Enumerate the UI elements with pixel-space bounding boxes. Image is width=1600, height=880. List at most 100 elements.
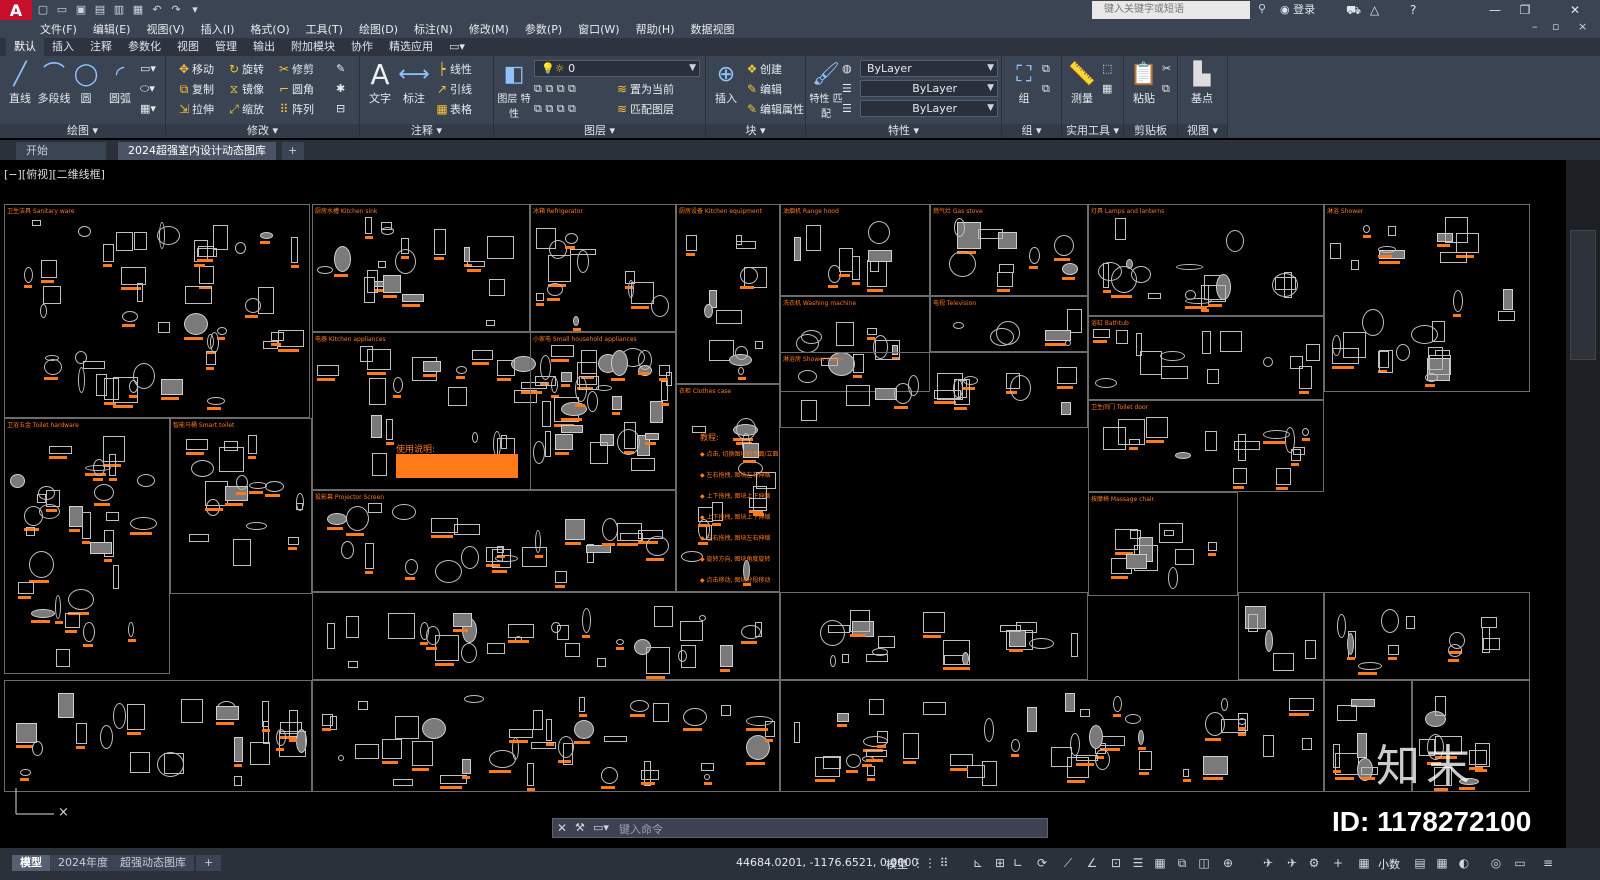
transparency-icon[interactable]: ▦ [1152,855,1168,871]
cad-block-symbol[interactable] [1103,263,1109,288]
cad-block-symbol[interactable] [548,255,571,282]
cad-block-symbol[interactable] [1265,630,1273,652]
cad-block-symbol[interactable] [207,397,225,405]
cad-block-symbol[interactable] [82,512,91,539]
cad-block-symbol[interactable] [1482,627,1490,653]
cad-block-symbol[interactable] [806,225,821,251]
cad-block-symbol[interactable] [954,218,965,237]
cad-block-symbol[interactable] [276,729,286,746]
line-button[interactable]: ╱ 直线 [2,60,38,106]
cad-block-symbol[interactable] [555,434,573,450]
library-cell[interactable]: 电视 Television [930,296,1088,352]
cad-block-symbol[interactable] [248,435,257,454]
linetype-dropdown[interactable]: ByLayer ▼ [860,80,998,97]
restore-button[interactable]: ❐ [1510,0,1540,20]
linetype-icon[interactable]: ☰ [842,80,852,98]
grid-icon[interactable]: ⋮⋮ [912,855,936,871]
edit-block-button[interactable]: ✎ 编辑 [744,80,782,98]
panel-layers-title[interactable]: 图层 ▾ [494,124,705,138]
cad-block-symbol[interactable] [551,622,561,633]
cad-block-symbol[interactable] [820,620,845,646]
cad-block-symbol[interactable] [701,763,714,771]
cad-block-symbol[interactable] [565,519,585,540]
cad-block-symbol[interactable] [937,373,963,400]
cad-block-symbol[interactable] [1054,235,1074,256]
cad-block-symbol[interactable] [1379,350,1393,373]
cad-block-symbol[interactable] [271,332,284,341]
isodraft-icon[interactable]: ⟋ [1060,855,1076,871]
cad-block-symbol[interactable] [423,361,441,372]
menu-tools[interactable]: 工具(T) [306,21,343,37]
stretch-button[interactable]: ⇲ 拉伸 [176,100,214,118]
create-block-button[interactable]: ❖ 创建 [744,60,782,78]
cad-block-symbol[interactable] [738,367,744,375]
cad-block-symbol[interactable] [1248,614,1258,632]
cad-block-symbol[interactable] [157,752,184,777]
library-cell[interactable]: 按摩椅 Massage chair [1088,492,1238,596]
cad-block-symbol[interactable] [869,699,884,715]
cad-block-symbol[interactable] [1448,644,1462,657]
annotation-visibility-icon[interactable]: ✈ [1284,855,1300,871]
library-cell[interactable]: 卫生间门 Toilet door [1088,400,1324,492]
layout-tab-2024[interactable]: 2024年度 [50,855,116,871]
menu-modify[interactable]: 修改(M) [469,21,509,37]
cad-block-symbol[interactable] [383,275,401,293]
cad-block-symbol[interactable] [133,363,155,389]
cad-block-symbol[interactable] [1146,417,1168,438]
cad-block-symbol[interactable] [185,286,212,304]
cad-block-symbol[interactable] [579,697,585,712]
cad-block-symbol[interactable] [1202,331,1211,354]
cad-block-symbol[interactable] [461,643,477,663]
tab-parametric[interactable]: 参数化 [120,38,169,56]
tab-default[interactable]: 默认 [6,38,44,56]
cad-block-symbol[interactable] [206,351,216,365]
cad-block-symbol[interactable] [704,304,713,318]
text-button[interactable]: A 文字 [362,60,398,106]
paste-button[interactable]: 📋 粘贴 [1126,60,1162,106]
panel-block-title[interactable]: 块 ▾ [706,124,805,138]
erase-icon[interactable]: ✎ [336,60,345,78]
cad-block-symbol[interactable] [561,425,583,433]
cad-block-symbol[interactable] [464,695,484,703]
cad-block-symbol[interactable] [846,385,870,406]
color-wheel-icon[interactable]: ◍ [842,60,852,78]
cad-block-symbol[interactable] [18,582,34,594]
cad-block-symbol[interactable] [338,755,344,761]
cad-block-symbol[interactable] [587,391,598,412]
tab-annotate[interactable]: 注释 [82,38,120,56]
cad-block-symbol[interactable] [850,610,870,632]
new-tab-button[interactable]: + [282,142,304,160]
cad-block-symbol[interactable] [570,249,596,255]
cad-block-symbol[interactable] [368,503,382,513]
library-cell[interactable]: 冰箱 Refrigerator [530,204,676,332]
cad-block-symbol[interactable] [1129,439,1140,445]
cad-block-symbol[interactable] [563,743,573,765]
cad-block-symbol[interactable] [894,383,912,404]
library-cell[interactable]: 淋浴房 Shower room [780,352,1088,428]
cad-block-symbol[interactable] [1183,769,1189,777]
cad-block-symbol[interactable] [1363,225,1370,233]
cad-block-symbol[interactable] [1290,356,1303,369]
cart-icon[interactable]: ⛟ [1346,0,1361,20]
cad-block-symbol[interactable] [348,661,358,668]
cad-block-symbol[interactable] [45,355,59,361]
hardware-acceleration-icon[interactable]: ◎ [1488,855,1504,871]
new-file-icon[interactable]: ▢ [35,3,51,17]
annotation-scale-icon[interactable]: ✈ [1260,855,1276,871]
cad-block-symbol[interactable] [371,415,382,438]
fillet-button[interactable]: ⌐ 圆角 [276,80,314,98]
quick-properties-icon[interactable]: ▤ [1412,855,1428,871]
cad-block-symbol[interactable] [186,439,208,450]
cad-block-symbol[interactable] [402,294,424,302]
cad-block-symbol[interactable] [1220,331,1242,352]
cad-block-symbol[interactable] [596,385,612,391]
library-cell[interactable]: 投影幕 Projector Screen [312,490,676,592]
customization-icon[interactable]: ≡ [1540,855,1556,871]
viewport-controls[interactable]: [−][俯视][二维线框] [4,166,105,182]
cad-block-symbol[interactable] [801,330,822,344]
cad-block-symbol[interactable] [1273,653,1294,671]
menu-dimension[interactable]: 标注(N) [414,21,453,37]
cad-block-symbol[interactable] [1435,696,1446,716]
login-button[interactable]: ◉ 登录 [1280,0,1315,20]
group-button[interactable]: ⛶ 组 [1006,60,1042,106]
